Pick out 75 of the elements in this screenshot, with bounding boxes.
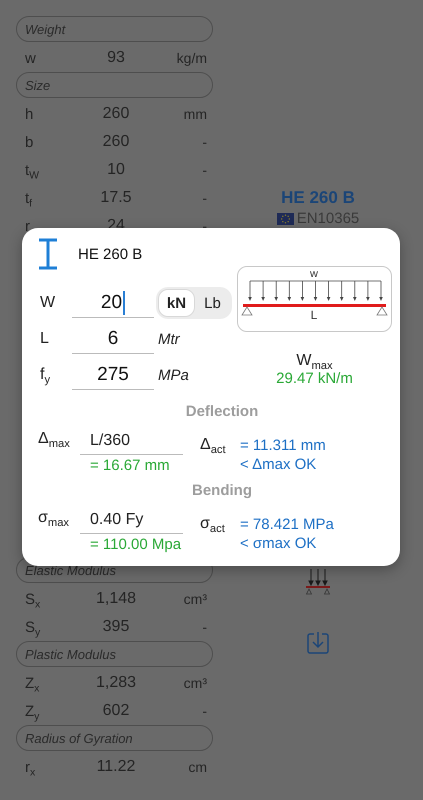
actual-label: Δ$_{act}$ <box>200 435 227 458</box>
property-value: 260 <box>102 105 130 123</box>
unit-option[interactable]: Lb <box>195 289 230 317</box>
property-unit: mm <box>182 106 207 122</box>
property-symbol: S$_{y}$ <box>25 618 42 636</box>
input-value: 6 <box>108 328 118 350</box>
property-value: 10 <box>106 161 126 179</box>
unit-option[interactable]: kN <box>158 289 195 317</box>
section-header: Size <box>16 72 213 98</box>
check-status: < σmax OK <box>240 534 318 553</box>
limit-result: = 16.67 mm <box>89 457 171 474</box>
property-symbol: r <box>25 218 31 234</box>
property-value: 93 <box>106 49 126 67</box>
section-header: Weight <box>16 16 213 42</box>
property-symbol: h <box>25 106 34 122</box>
input-value: 275 <box>97 364 129 386</box>
actual-value: = 78.421 MPa <box>240 515 334 534</box>
property-value: 260 <box>102 133 130 151</box>
limit-label: Δ$_{max}$ <box>38 429 71 452</box>
download-icon[interactable] <box>307 631 329 655</box>
property-symbol: w <box>25 50 37 66</box>
limit-label: σ$_{max}$ <box>38 508 70 531</box>
limit-field[interactable]: L/360 <box>80 428 183 455</box>
unit-label: Mtr <box>158 330 180 348</box>
property-value: 395 <box>102 618 130 636</box>
unit-label: MPa <box>158 366 189 384</box>
property-unit: cm <box>187 759 207 775</box>
property-symbol: t$_{W}$ <box>25 162 40 178</box>
property-unit: cm³ <box>182 591 207 607</box>
property-value: 1,148 <box>94 590 138 608</box>
section-title: Bending <box>192 482 252 499</box>
property-symbol: Z$_{x}$ <box>25 674 40 692</box>
property-unit: kg/m <box>176 50 207 66</box>
property-symbol: Z$_{y}$ <box>25 702 40 720</box>
property-symbol: S$_{x}$ <box>25 590 42 608</box>
property-unit: - <box>201 190 207 206</box>
input-value: 20 <box>100 292 122 314</box>
capacity-label: W$_{max}$ <box>296 352 333 370</box>
property-symbol: r$_{x}$ <box>25 758 36 776</box>
beam-load-icon[interactable] <box>305 569 331 595</box>
actual-label: σ$_{act}$ <box>200 514 226 537</box>
property-value: 11.22 <box>96 758 136 776</box>
check-status: < Δmax OK <box>240 455 318 474</box>
property-unit: cm³ <box>182 675 207 691</box>
input-label: f$_{y}$ <box>39 366 52 384</box>
property-value: 1,283 <box>94 674 138 692</box>
property-symbol: b <box>25 134 34 150</box>
dialog-title: HE 260 B <box>78 246 142 262</box>
property-unit: - <box>201 134 207 150</box>
property-value: 602 <box>102 702 130 720</box>
profile-name: HE 260 B <box>281 188 355 208</box>
load-label: w <box>310 268 318 280</box>
property-symbol: t$_{f}$ <box>25 190 34 206</box>
input-label: L <box>39 330 50 348</box>
actual-value: = 11.311 mm <box>240 436 326 455</box>
input-field[interactable]: 6 <box>72 324 154 354</box>
support-icon <box>376 306 388 316</box>
input-label: W <box>39 294 56 312</box>
property-unit: - <box>201 703 207 719</box>
section-header: Plastic Modulus <box>16 641 213 667</box>
property-unit: - <box>201 619 207 635</box>
property-unit: - <box>201 218 207 234</box>
limit-result: = 110.00 Mpa <box>89 536 182 553</box>
limit-field[interactable]: 0.40 Fy <box>80 507 183 534</box>
input-field[interactable]: 275 <box>72 360 154 390</box>
capacity-value: 29.47 kN/m <box>276 370 353 387</box>
input-field[interactable]: 20 <box>72 288 154 318</box>
i-beam-icon <box>38 238 58 270</box>
property-unit: - <box>201 162 207 178</box>
section-title: Deflection <box>186 403 258 420</box>
property-value: 17.5 <box>99 189 133 207</box>
section-header: Radius of Gyration <box>16 725 213 751</box>
flag-icon <box>276 212 294 224</box>
support-icon <box>241 306 253 316</box>
span-label: L <box>310 308 318 322</box>
